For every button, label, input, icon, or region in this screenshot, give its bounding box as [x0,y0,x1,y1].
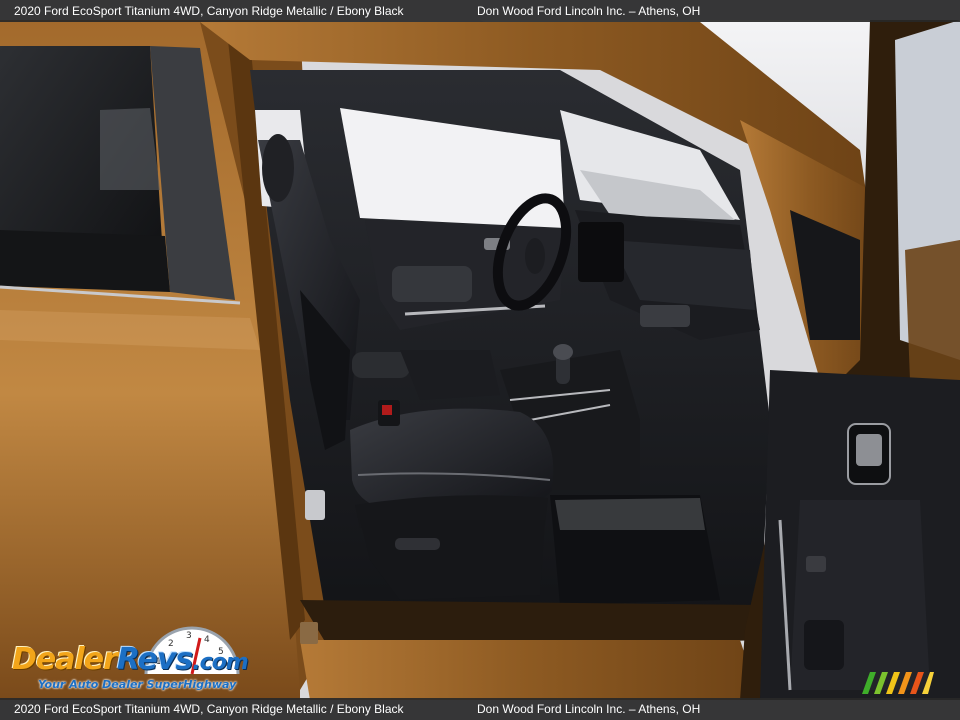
brand-part-dotcom: .com [192,650,248,675]
caption-bar-bottom: 2020 Ford EcoSport Titanium 4WD, Canyon … [0,698,960,720]
dealerrevs-wordmark: DealerRevs.com [12,642,249,677]
color-stripes-icon [862,672,934,694]
vehicle-interior-photo [0,0,960,720]
dealerrevs-watermark-logo: 1 2 3 4 5 6 DealerRevs.com Your Auto Dea… [12,624,272,696]
dealer-caption: Don Wood Ford Lincoln Inc. – Athens, OH [477,4,701,18]
svg-text:3: 3 [186,631,192,641]
caption-bar-top: 2020 Ford EcoSport Titanium 4WD, Canyon … [0,0,960,22]
brand-part-revs: Revs [116,642,193,677]
photo-frame: 2020 Ford EcoSport Titanium 4WD, Canyon … [0,0,960,720]
vehicle-caption: 2020 Ford EcoSport Titanium 4WD, Canyon … [14,702,404,716]
brand-part-dealer: Dealer [12,642,118,677]
dealer-caption: Don Wood Ford Lincoln Inc. – Athens, OH [477,702,701,716]
vehicle-caption: 2020 Ford EcoSport Titanium 4WD, Canyon … [14,4,404,18]
dealerrevs-tagline: Your Auto Dealer SuperHighway [38,678,237,691]
